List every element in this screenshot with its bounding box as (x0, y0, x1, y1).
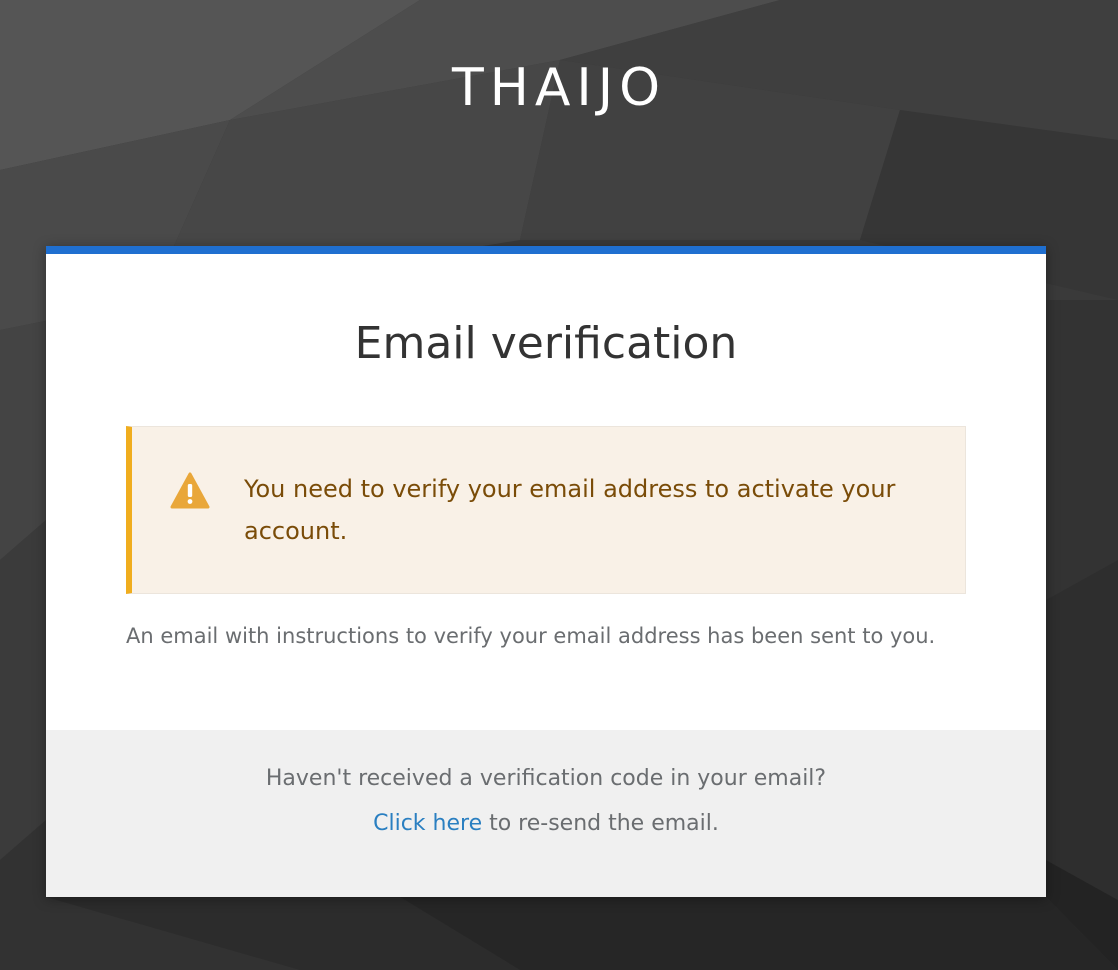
page-title: Email verification (354, 318, 738, 369)
site-logo-text: THAIJO (451, 58, 667, 118)
verification-card: Email verification You need to verify yo… (46, 246, 1046, 897)
instructions-text: An email with instructions to verify you… (126, 624, 936, 648)
resend-email-link[interactable]: Click here (373, 811, 482, 836)
card-footer: Haven't received a verification code in … (46, 730, 1046, 897)
resend-suffix-text: to re-send the email. (482, 811, 719, 836)
alert-message: You need to verify your email address to… (244, 475, 896, 545)
resend-question: Haven't received a verification code in … (265, 766, 827, 791)
warning-alert: You need to verify your email address to… (126, 426, 966, 594)
warning-triangle-icon (170, 472, 210, 509)
resend-line: Click here to re-send the email. (46, 807, 1046, 841)
